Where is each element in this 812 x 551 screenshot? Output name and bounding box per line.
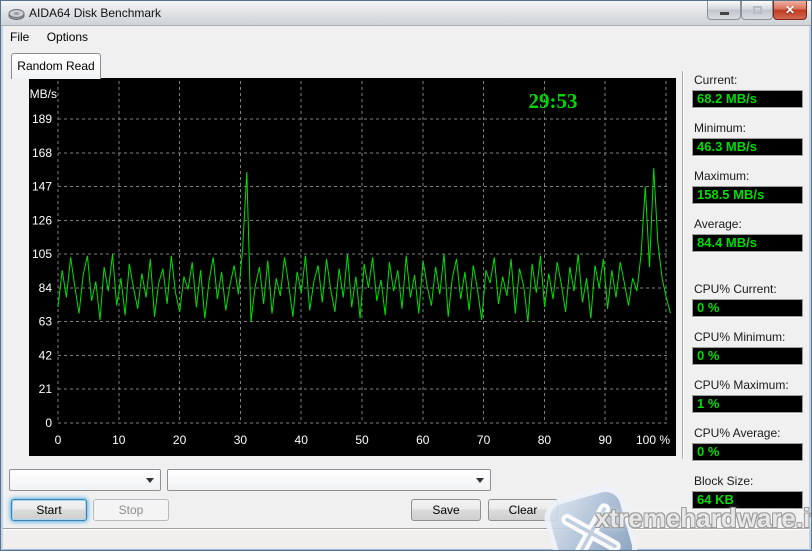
stat-value: 0 % [692,443,803,461]
svg-text:40: 40 [295,433,309,447]
stat-label: CPU% Average: [692,426,803,440]
stat-cpu-maximum: CPU% Maximum: 1 % [692,378,803,413]
stats-panel-divider [682,71,683,459]
svg-text:63: 63 [39,315,53,329]
maximize-icon [753,6,762,14]
svg-text:168: 168 [32,146,52,160]
stat-average: Average: 84.4 MB/s [692,217,803,252]
stat-cpu-average: CPU% Average: 0 % [692,426,803,461]
chevron-down-icon [476,478,484,483]
menu-options[interactable]: Options [40,27,95,47]
stat-label: Average: [692,217,803,231]
drive-select[interactable]: Disk Drive #0 [SAMSUNG HD154UI] (1397.3 … [167,469,491,491]
svg-text:30: 30 [234,433,248,447]
svg-text:100 %: 100 % [636,433,670,447]
stat-value: 46.3 MB/s [692,138,803,156]
minimize-icon [720,12,729,15]
close-button[interactable]: ✕ [773,1,807,20]
svg-text:0: 0 [55,433,62,447]
chart-canvas: 0 21 42 63 84 105 126 147 168 189 MB/s 0 10 20 30 40 50 6… [29,78,676,456]
svg-text:189: 189 [32,112,52,126]
stat-value: 0 % [692,347,803,365]
svg-text:70: 70 [477,433,491,447]
stat-minimum: Minimum: 46.3 MB/s [692,121,803,156]
stat-label: Minimum: [692,121,803,135]
start-button[interactable]: Start [11,499,87,521]
save-button[interactable]: Save [411,499,481,521]
status-bar [1,528,812,549]
svg-text:MB/s: MB/s [30,87,57,101]
svg-text:126: 126 [32,213,52,227]
menu-bar: File Options [3,27,811,47]
stat-block-size: Block Size: 64 KB [692,474,803,509]
stop-button: Stop [93,499,169,521]
stat-value: 158.5 MB/s [692,186,803,204]
benchmark-chart: 0 21 42 63 84 105 126 147 168 189 MB/s 0 10 20 30 40 50 6… [29,78,676,456]
menu-file[interactable]: File [3,27,36,47]
svg-text:147: 147 [32,180,52,194]
svg-text:105: 105 [32,247,52,261]
window-frame-left [1,1,3,550]
benchmark-type-select[interactable]: Random Read [9,469,161,491]
stat-cpu-minimum: CPU% Minimum: 0 % [692,330,803,365]
stat-label: Block Size: [692,474,803,488]
svg-text:90: 90 [599,433,613,447]
stat-value: 64 KB [692,491,803,509]
stat-value: 1 % [692,395,803,413]
close-icon: ✕ [785,4,795,16]
stat-value: 84.4 MB/s [692,234,803,252]
stat-label: Maximum: [692,169,803,183]
chevron-down-icon [146,478,154,483]
svg-text:29:53: 29:53 [529,89,578,113]
svg-text:42: 42 [39,348,53,362]
window-title: AIDA64 Disk Benchmark [29,6,161,20]
app-window: AIDA64 Disk Benchmark ✕ File Options Ran… [0,0,812,551]
svg-text:21: 21 [39,382,53,396]
stat-maximum: Maximum: 158.5 MB/s [692,169,803,204]
stat-label: CPU% Minimum: [692,330,803,344]
stat-value: 0 % [692,299,803,317]
svg-text:20: 20 [173,433,187,447]
stat-label: CPU% Current: [692,282,803,296]
stat-current: Current: 68.2 MB/s [692,73,803,108]
window-frame-right [809,1,811,550]
disk-icon [8,5,25,22]
svg-text:80: 80 [538,433,552,447]
svg-text:10: 10 [112,433,126,447]
tab-random-read[interactable]: Random Read [11,53,101,79]
svg-text:84: 84 [39,281,53,295]
maximize-button [741,1,773,20]
svg-text:60: 60 [416,433,430,447]
svg-text:0: 0 [45,416,52,430]
stat-label: Current: [692,73,803,87]
stat-value: 68.2 MB/s [692,90,803,108]
window-titlebar[interactable]: AIDA64 Disk Benchmark ✕ [1,1,811,26]
clear-button[interactable]: Clear [488,499,558,521]
svg-text:50: 50 [355,433,369,447]
stat-label: CPU% Maximum: [692,378,803,392]
minimize-button[interactable] [707,1,741,20]
stat-cpu-current: CPU% Current: 0 % [692,282,803,317]
